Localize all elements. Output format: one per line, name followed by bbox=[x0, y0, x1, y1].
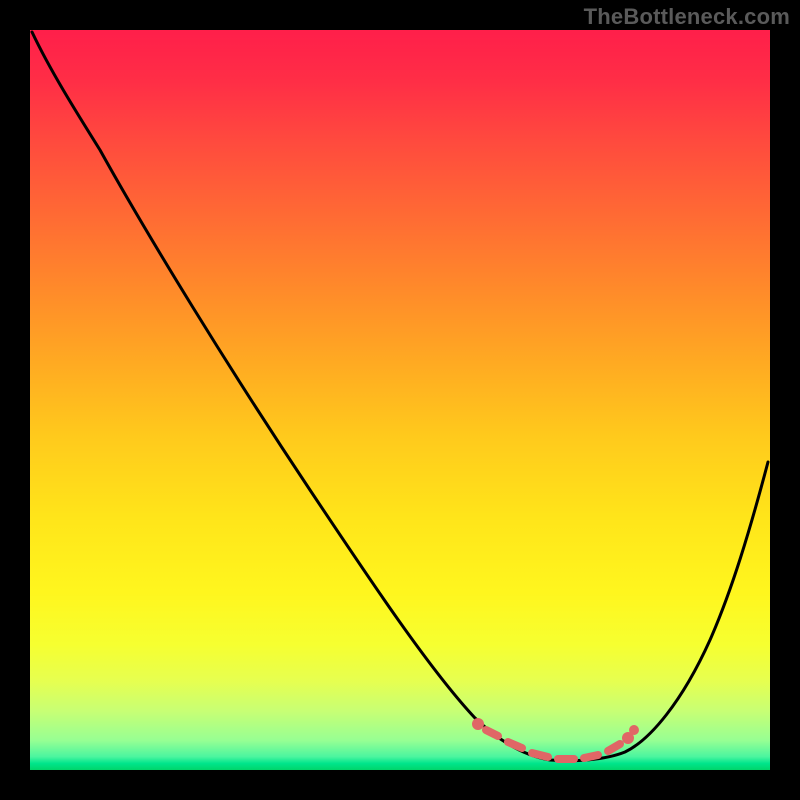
plot-area bbox=[30, 30, 770, 770]
watermark-label: TheBottleneck.com bbox=[584, 4, 790, 30]
bottleneck-curve-line bbox=[32, 32, 768, 761]
chart-container: TheBottleneck.com bbox=[0, 0, 800, 800]
optimal-region-marker bbox=[472, 718, 639, 759]
bottleneck-curve-svg bbox=[30, 30, 770, 770]
